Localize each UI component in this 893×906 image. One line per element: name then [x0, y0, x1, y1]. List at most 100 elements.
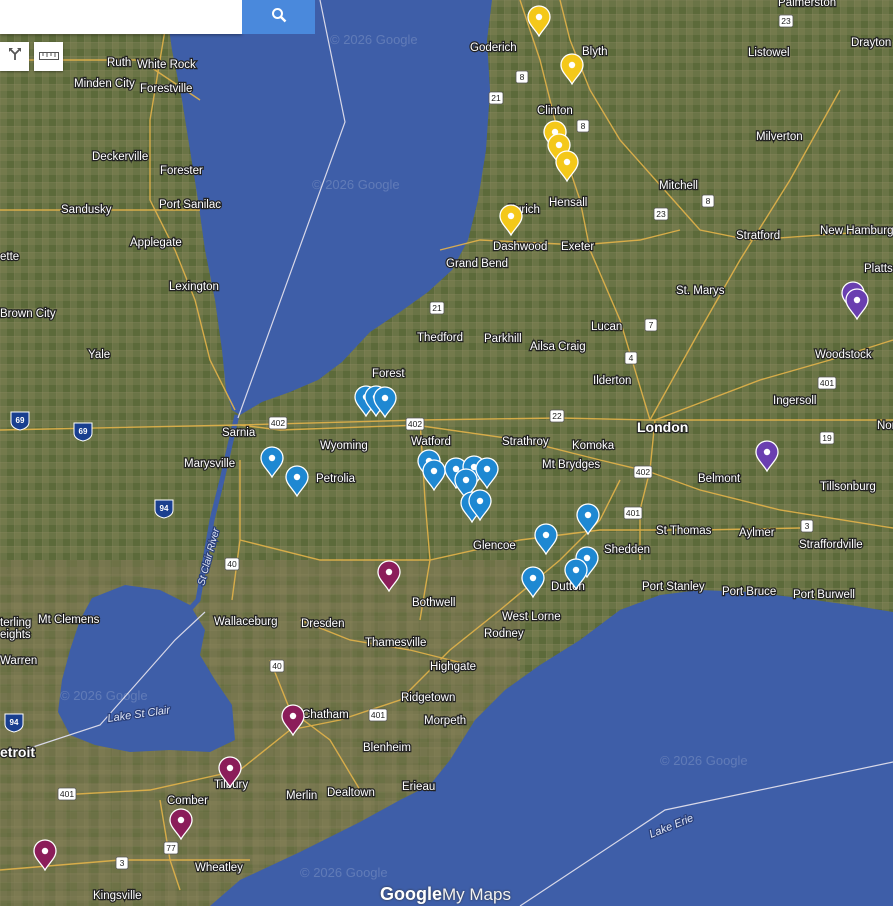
directions-button[interactable] — [0, 42, 29, 71]
label-sarnia: Sarnia — [222, 427, 256, 439]
label-shedden: Shedden — [604, 544, 650, 556]
label-drayton: Drayton — [851, 37, 891, 49]
label-ingersoll: Ingersoll — [773, 395, 816, 407]
label-strathroy: Strathroy — [502, 436, 549, 448]
svg-text:401: 401 — [60, 789, 74, 799]
logo-brand: Google — [380, 884, 442, 904]
label-detroit: etroit — [0, 744, 35, 760]
logo-product: My Maps — [442, 885, 511, 904]
svg-text:402: 402 — [271, 418, 285, 428]
search-icon — [271, 7, 287, 28]
label-wheatley: Wheatley — [195, 862, 243, 874]
label-rodney: Rodney — [484, 628, 524, 640]
label-port-burwell: Port Burwell — [793, 589, 855, 601]
label-hensall: Hensall — [549, 197, 587, 209]
label-nor: Nor — [877, 420, 893, 432]
label-petrolia: Petrolia — [316, 473, 356, 485]
svg-text:© 2026 Google: © 2026 Google — [300, 865, 388, 880]
map-canvas[interactable]: 23 8 21 8 8 23 21 7 4 402 402 22 401 19 … — [0, 0, 893, 906]
label-thamesville: Thamesville — [365, 637, 426, 649]
label-bothwell: Bothwell — [412, 597, 455, 609]
label-dashwood: Dashwood — [493, 241, 547, 253]
search-box[interactable] — [0, 0, 242, 34]
label-port-bruce: Port Bruce — [722, 586, 776, 598]
label-platts: Platts — [864, 263, 893, 275]
svg-text:69: 69 — [79, 427, 88, 436]
label-parkhill: Parkhill — [484, 333, 522, 345]
label-stratford: Stratford — [736, 230, 780, 242]
svg-text:23: 23 — [781, 16, 791, 26]
svg-text:401: 401 — [626, 508, 640, 518]
svg-text:© 2026 Google: © 2026 Google — [312, 177, 400, 192]
label-exeter: Exeter — [561, 241, 594, 253]
label-dealtown: Dealtown — [327, 787, 375, 799]
label-forester: Forester — [160, 165, 203, 177]
ruler-icon — [38, 48, 59, 66]
label-listowel: Listowel — [748, 47, 790, 59]
label-heights: eights — [0, 629, 31, 641]
label-milverton: Milverton — [756, 131, 803, 143]
svg-text:40: 40 — [227, 559, 237, 569]
svg-text:402: 402 — [408, 419, 422, 429]
svg-text:© 2026 Google: © 2026 Google — [60, 688, 148, 703]
label-deckerville: Deckerville — [92, 151, 148, 163]
svg-text:4: 4 — [629, 353, 634, 363]
measure-button[interactable] — [34, 42, 63, 71]
label-mitchell: Mitchell — [659, 180, 698, 192]
svg-text:69: 69 — [16, 416, 25, 425]
label-lucan: Lucan — [591, 321, 622, 333]
label-port-stanley: Port Stanley — [642, 581, 705, 593]
label-blenheim: Blenheim — [363, 742, 411, 754]
search-input[interactable] — [0, 0, 242, 32]
svg-text:© 2026 Google: © 2026 Google — [330, 32, 418, 47]
label-mt-brydges: Mt Brydges — [542, 459, 600, 471]
svg-text:77: 77 — [166, 843, 176, 853]
svg-text:8: 8 — [581, 121, 586, 131]
label-palmerston: Palmerston — [778, 0, 836, 9]
svg-text:94: 94 — [160, 504, 169, 513]
label-goderich: Goderich — [470, 42, 517, 54]
label-chatham: Chatham — [302, 709, 349, 721]
label-kingsville: Kingsville — [93, 890, 142, 902]
label-ailsa-craig: Ailsa Craig — [530, 341, 586, 353]
svg-text:© 2026 Google: © 2026 Google — [660, 753, 748, 768]
svg-text:23: 23 — [656, 209, 666, 219]
label-tillsonburg: Tillsonburg — [820, 481, 876, 493]
label-aylmer: Aylmer — [739, 527, 775, 539]
svg-text:7: 7 — [649, 320, 654, 330]
svg-text:21: 21 — [491, 93, 501, 103]
label-morpeth: Morpeth — [424, 715, 466, 727]
svg-text:401: 401 — [371, 710, 385, 720]
svg-text:22: 22 — [552, 411, 562, 421]
label-mt-clemens: Mt Clemens — [38, 614, 100, 626]
label-komoka: Komoka — [572, 440, 615, 452]
label-new-hamburg: New Hamburg — [820, 225, 893, 237]
label-ruth: Ruth — [107, 57, 131, 69]
svg-text:40: 40 — [272, 661, 282, 671]
label-st-thomas: St Thomas — [656, 525, 712, 537]
label-erieau: Erieau — [402, 781, 435, 793]
svg-text:402: 402 — [636, 467, 650, 477]
label-sterling: terling — [0, 617, 31, 629]
svg-text:3: 3 — [805, 521, 810, 531]
label-forestville: Forestville — [140, 83, 192, 95]
label-sandusky: Sandusky — [61, 204, 112, 216]
label-applegate: Applegate — [130, 237, 182, 249]
svg-text:3: 3 — [120, 858, 125, 868]
map-tools — [0, 42, 68, 71]
label-merlin: Merlin — [286, 790, 317, 802]
label-west-lorne: West Lorne — [502, 611, 561, 623]
search-button[interactable] — [242, 0, 315, 34]
svg-text:19: 19 — [822, 433, 832, 443]
directions-icon — [8, 47, 22, 66]
label-blyth: Blyth — [582, 46, 608, 58]
label-white-rock: White Rock — [137, 59, 196, 71]
label-straffordville: Straffordville — [799, 539, 863, 551]
label-st-marys: St. Marys — [676, 285, 725, 297]
svg-text:94: 94 — [10, 718, 19, 727]
label-brown-city: Brown City — [0, 308, 56, 320]
label-watford: Watford — [411, 436, 451, 448]
label-grand-bend: Grand Bend — [446, 258, 508, 270]
label-belmont: Belmont — [698, 473, 741, 485]
label-warren: Warren — [0, 655, 37, 667]
